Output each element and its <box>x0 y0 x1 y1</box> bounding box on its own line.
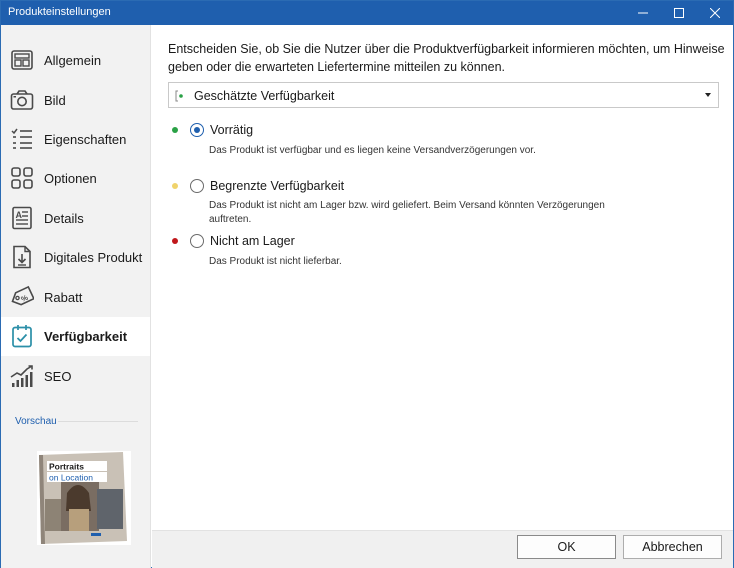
chevron-down-icon <box>705 93 711 97</box>
sidebar-item-label: Allgemein <box>44 53 102 68</box>
option-description-nicht-am-lager: Das Produkt ist nicht lieferbar. <box>209 256 342 267</box>
sidebar-item-label: Verfügbarkeit <box>44 329 128 344</box>
main-content: Entscheiden Sie, ob Sie die Nutzer über … <box>152 25 733 530</box>
sidebar-item-seo[interactable]: SEO <box>1 357 150 396</box>
title-bar[interactable]: Produkteinstellungen <box>1 1 733 25</box>
layout-icon <box>11 50 33 70</box>
option-label-vorraetig[interactable]: Vorrätig <box>210 123 253 137</box>
sidebar-item-label: SEO <box>44 369 72 384</box>
sidebar-item-details[interactable]: A Details <box>1 199 150 238</box>
cancel-button[interactable]: Abbrechen <box>623 535 722 559</box>
preview-label: Vorschau <box>15 416 57 427</box>
option-description-begrenzte-verfuegbarkeit: Das Produkt ist nicht am Lager bzw. wird… <box>209 200 605 225</box>
dialog-footer: OK Abbrechen <box>152 530 733 568</box>
minimize-icon <box>638 12 648 14</box>
option-label-begrenzte-verfuegbarkeit[interactable]: Begrenzte Verfügbarkeit <box>210 179 344 193</box>
svg-text:A: A <box>16 210 23 220</box>
select-status-icon <box>175 90 183 102</box>
status-dot-yellow <box>172 183 178 189</box>
sidebar-item-label: Eigenschaften <box>44 132 127 147</box>
sidebar-item-eigenschaften[interactable]: Eigenschaften <box>1 120 150 159</box>
sidebar: Allgemein Bild Eigenschaften Optionen A … <box>1 25 151 568</box>
sidebar-item-rabatt[interactable]: % Rabatt <box>1 278 150 317</box>
calendar-check-icon <box>12 325 32 348</box>
sidebar-item-bild[interactable]: Bild <box>1 81 150 120</box>
intro-text: Entscheiden Sie, ob Sie die Nutzer über … <box>168 42 725 74</box>
select-value: Geschätzte Verfügbarkeit <box>194 89 335 103</box>
svg-text:on Location: on Location <box>49 473 93 483</box>
close-button[interactable] <box>697 1 733 25</box>
camera-icon <box>10 90 34 110</box>
sidebar-item-label: Optionen <box>44 171 97 186</box>
list-icon <box>11 128 32 149</box>
status-dot-red <box>172 238 178 244</box>
close-icon <box>710 8 720 18</box>
document-icon: A <box>12 206 32 230</box>
preview-divider <box>58 421 138 422</box>
ok-button[interactable]: OK <box>517 535 616 559</box>
maximize-button[interactable] <box>661 1 697 25</box>
status-dot-green <box>172 127 178 133</box>
radio-begrenzte-verfuegbarkeit[interactable] <box>190 179 204 193</box>
sidebar-item-optionen[interactable]: Optionen <box>1 159 150 198</box>
availability-mode-select[interactable]: Geschätzte Verfügbarkeit <box>168 82 719 108</box>
radio-nicht-am-lager[interactable] <box>190 234 204 248</box>
dialog-window: Produkteinstellungen Allgemein Bild Eige… <box>0 0 734 568</box>
minimize-button[interactable] <box>625 1 661 25</box>
maximize-icon <box>674 8 684 18</box>
product-preview-image: Portraits on Location <box>37 451 131 545</box>
option-label-nicht-am-lager[interactable]: Nicht am Lager <box>210 234 295 248</box>
sidebar-item-digitales-produkt[interactable]: Digitales Produkt <box>1 238 150 277</box>
tag-icon: % <box>11 285 34 306</box>
svg-text:Portraits: Portraits <box>49 462 84 472</box>
sidebar-item-label: Rabatt <box>44 290 83 305</box>
option-description-vorraetig: Das Produkt ist verfügbar und es liegen … <box>209 145 536 156</box>
sidebar-item-label: Details <box>44 211 84 226</box>
sidebar-item-label: Bild <box>44 93 66 108</box>
sidebar-item-allgemein[interactable]: Allgemein <box>1 41 150 80</box>
sidebar-item-verfuegbarkeit[interactable]: Verfügbarkeit <box>1 317 150 356</box>
chart-icon <box>10 365 33 387</box>
download-file-icon <box>13 245 31 269</box>
radio-vorraetig[interactable] <box>190 123 204 137</box>
sidebar-item-label: Digitales Produkt <box>44 250 143 265</box>
grid-icon <box>11 167 33 189</box>
window-title: Produkteinstellungen <box>8 6 111 18</box>
